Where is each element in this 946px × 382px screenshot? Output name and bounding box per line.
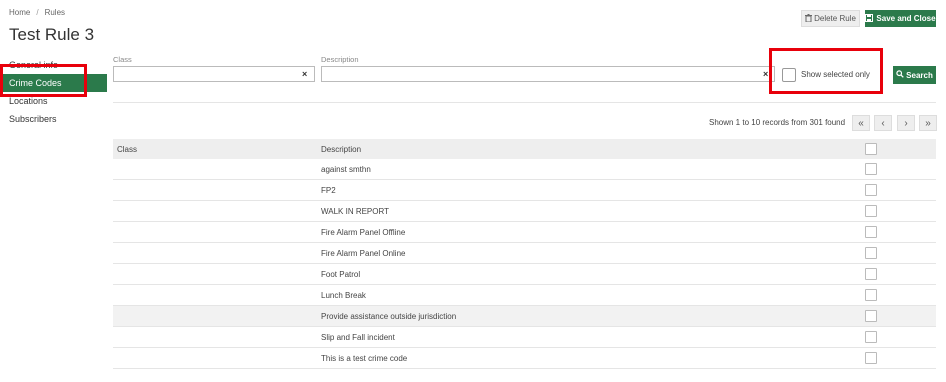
- row-description: Fire Alarm Panel Online: [321, 248, 406, 258]
- show-selected-label: Show selected only: [801, 70, 870, 79]
- breadcrumb-home-link[interactable]: Home: [9, 8, 30, 17]
- save-and-close-button[interactable]: Save and Close: [865, 10, 936, 27]
- search-button[interactable]: Search: [893, 66, 936, 84]
- breadcrumb: Home / Rules: [9, 8, 65, 17]
- table-row[interactable]: FP2: [113, 180, 936, 201]
- description-filter-label: Description: [321, 55, 359, 64]
- search-icon: [896, 70, 904, 80]
- row-checkbox[interactable]: [865, 310, 877, 322]
- class-clear-icon[interactable]: ×: [302, 69, 307, 79]
- row-description: Foot Patrol: [321, 269, 361, 279]
- delete-rule-button[interactable]: Delete Rule: [801, 10, 860, 27]
- row-description: Fire Alarm Panel Offline: [321, 227, 406, 237]
- last-page-button[interactable]: »: [919, 115, 937, 131]
- row-description: This is a test crime code: [321, 353, 408, 363]
- row-checkbox[interactable]: [865, 268, 877, 280]
- table-row[interactable]: Lunch Break: [113, 285, 936, 306]
- show-selected-checkbox[interactable]: [782, 68, 796, 82]
- row-description: Slip and Fall incident: [321, 332, 395, 342]
- crime-codes-table: Class Description against smthn FP2 WALK…: [113, 139, 936, 369]
- filter-divider: [113, 102, 936, 103]
- table-row[interactable]: Slip and Fall incident: [113, 327, 936, 348]
- save-and-close-label: Save and Close: [876, 14, 936, 23]
- crime-codes-highlight-box: [0, 64, 87, 97]
- row-description: FP2: [321, 185, 336, 195]
- column-header-class[interactable]: Class: [117, 145, 137, 154]
- select-all-checkbox[interactable]: [865, 143, 877, 155]
- table-row[interactable]: This is a test crime code: [113, 348, 936, 369]
- row-checkbox[interactable]: [865, 226, 877, 238]
- row-description: Lunch Break: [321, 290, 366, 300]
- trash-icon: [805, 13, 813, 24]
- row-checkbox[interactable]: [865, 184, 877, 196]
- class-filter-label: Class: [113, 55, 132, 64]
- prev-page-button[interactable]: ‹: [874, 115, 892, 131]
- table-row[interactable]: Fire Alarm Panel Offline: [113, 222, 936, 243]
- row-checkbox[interactable]: [865, 163, 877, 175]
- row-checkbox[interactable]: [865, 331, 877, 343]
- breadcrumb-current[interactable]: Rules: [45, 8, 65, 17]
- row-description: Provide assistance outside jurisdiction: [321, 311, 457, 321]
- row-description: WALK IN REPORT: [321, 206, 390, 216]
- sidebar-item-subscribers[interactable]: Subscribers: [0, 110, 107, 128]
- row-checkbox[interactable]: [865, 289, 877, 301]
- delete-rule-label: Delete Rule: [814, 14, 856, 23]
- floppy-disk-icon: [865, 13, 874, 24]
- description-filter-input[interactable]: [321, 66, 775, 82]
- row-description: against smthn: [321, 164, 371, 174]
- search-label: Search: [906, 70, 933, 80]
- row-checkbox[interactable]: [865, 247, 877, 259]
- records-summary: Shown 1 to 10 records from 301 found: [709, 118, 846, 127]
- column-header-description[interactable]: Description: [321, 145, 361, 154]
- next-page-button[interactable]: ›: [897, 115, 915, 131]
- table-row[interactable]: Fire Alarm Panel Online: [113, 243, 936, 264]
- row-checkbox[interactable]: [865, 205, 877, 217]
- table-row[interactable]: Provide assistance outside jurisdiction: [113, 306, 936, 327]
- breadcrumb-separator: /: [36, 8, 39, 17]
- first-page-button[interactable]: «: [852, 115, 870, 131]
- row-checkbox[interactable]: [865, 352, 877, 364]
- class-filter-input[interactable]: [113, 66, 315, 82]
- page-title: Test Rule 3: [9, 25, 95, 44]
- table-row[interactable]: Foot Patrol: [113, 264, 936, 285]
- description-clear-icon[interactable]: ×: [763, 69, 768, 79]
- table-row[interactable]: against smthn: [113, 159, 936, 180]
- table-header: Class Description: [113, 139, 936, 159]
- table-row[interactable]: WALK IN REPORT: [113, 201, 936, 222]
